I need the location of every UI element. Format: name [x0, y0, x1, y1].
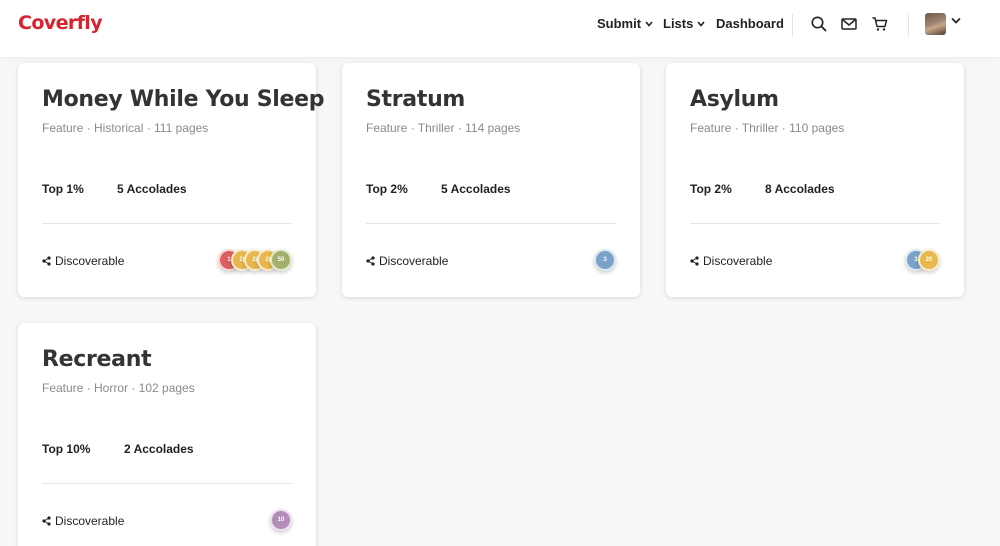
chevron-down-icon[interactable] — [951, 17, 961, 25]
accolade-badge[interactable]: 3 — [594, 249, 616, 271]
discoverable-label: Discoverable — [55, 254, 125, 268]
cart-icon[interactable] — [871, 15, 889, 33]
project-accolades[interactable]: 8 Accolades — [765, 182, 835, 196]
accolade-badge[interactable]: 50 — [270, 249, 292, 271]
project-title[interactable]: Recreant — [42, 347, 152, 372]
project-card[interactable]: Stratum Feature · Thriller · 114 pages Top… — [342, 63, 640, 297]
share-icon — [690, 256, 699, 266]
discoverable-label: Discoverable — [55, 514, 125, 528]
project-rank: Top 2% — [690, 182, 732, 196]
project-accolades[interactable]: 5 Accolades — [117, 182, 187, 196]
discoverable-status[interactable]: Discoverable — [366, 254, 448, 268]
header-divider — [908, 14, 909, 36]
nav-lists[interactable]: Lists — [663, 16, 705, 31]
project-rank: Top 2% — [366, 182, 408, 196]
project-title[interactable]: Stratum — [366, 87, 465, 112]
mail-icon[interactable] — [840, 15, 858, 33]
discoverable-status[interactable]: Discoverable — [690, 254, 772, 268]
project-accolades[interactable]: 5 Accolades — [441, 182, 511, 196]
nav-submit[interactable]: Submit — [597, 16, 653, 31]
accolade-badge[interactable]: 10 — [270, 509, 292, 531]
project-meta: Feature · Historical · 111 pages — [42, 121, 209, 135]
card-divider — [690, 223, 940, 224]
search-icon[interactable] — [810, 15, 828, 33]
project-title[interactable]: Asylum — [690, 87, 779, 112]
project-meta: Feature · Horror · 102 pages — [42, 381, 195, 395]
accolade-badge[interactable]: 20 — [918, 249, 940, 271]
project-rank: Top 1% — [42, 182, 84, 196]
card-divider — [42, 483, 292, 484]
nav-dashboard-label: Dashboard — [716, 16, 784, 31]
project-card[interactable]: Recreant Feature · Horror · 102 pages Top … — [18, 323, 316, 546]
discoverable-label: Discoverable — [703, 254, 773, 268]
project-meta: Feature · Thriller · 110 pages — [690, 121, 845, 135]
chevron-down-icon — [697, 20, 705, 27]
header-divider — [792, 14, 793, 36]
project-meta: Feature · Thriller · 114 pages — [366, 121, 521, 135]
avatar[interactable] — [925, 13, 946, 35]
discoverable-status[interactable]: Discoverable — [42, 514, 124, 528]
project-title[interactable]: Money While You Sleep — [42, 87, 325, 112]
share-icon — [42, 256, 51, 266]
card-divider — [42, 223, 292, 224]
nav-lists-label: Lists — [663, 16, 694, 31]
project-rank: Top 10% — [42, 442, 91, 456]
project-card[interactable]: Asylum Feature · Thriller · 110 pages Top … — [666, 63, 964, 297]
nav-submit-label: Submit — [597, 16, 642, 31]
brand-logo[interactable]: Coverfly — [18, 12, 103, 34]
project-card[interactable]: Money While You Sleep Feature · Historica… — [18, 63, 325, 297]
nav-dashboard[interactable]: Dashboard — [716, 16, 784, 31]
card-divider — [366, 223, 616, 224]
chevron-down-icon — [645, 20, 653, 27]
project-accolades[interactable]: 2 Accolades — [124, 442, 194, 456]
share-icon — [366, 256, 375, 266]
discoverable-label: Discoverable — [379, 254, 449, 268]
discoverable-status[interactable]: Discoverable — [42, 254, 124, 268]
top-navigation-bar: Coverfly Submit Lists Dashboard — [0, 0, 1000, 57]
share-icon — [42, 516, 51, 526]
